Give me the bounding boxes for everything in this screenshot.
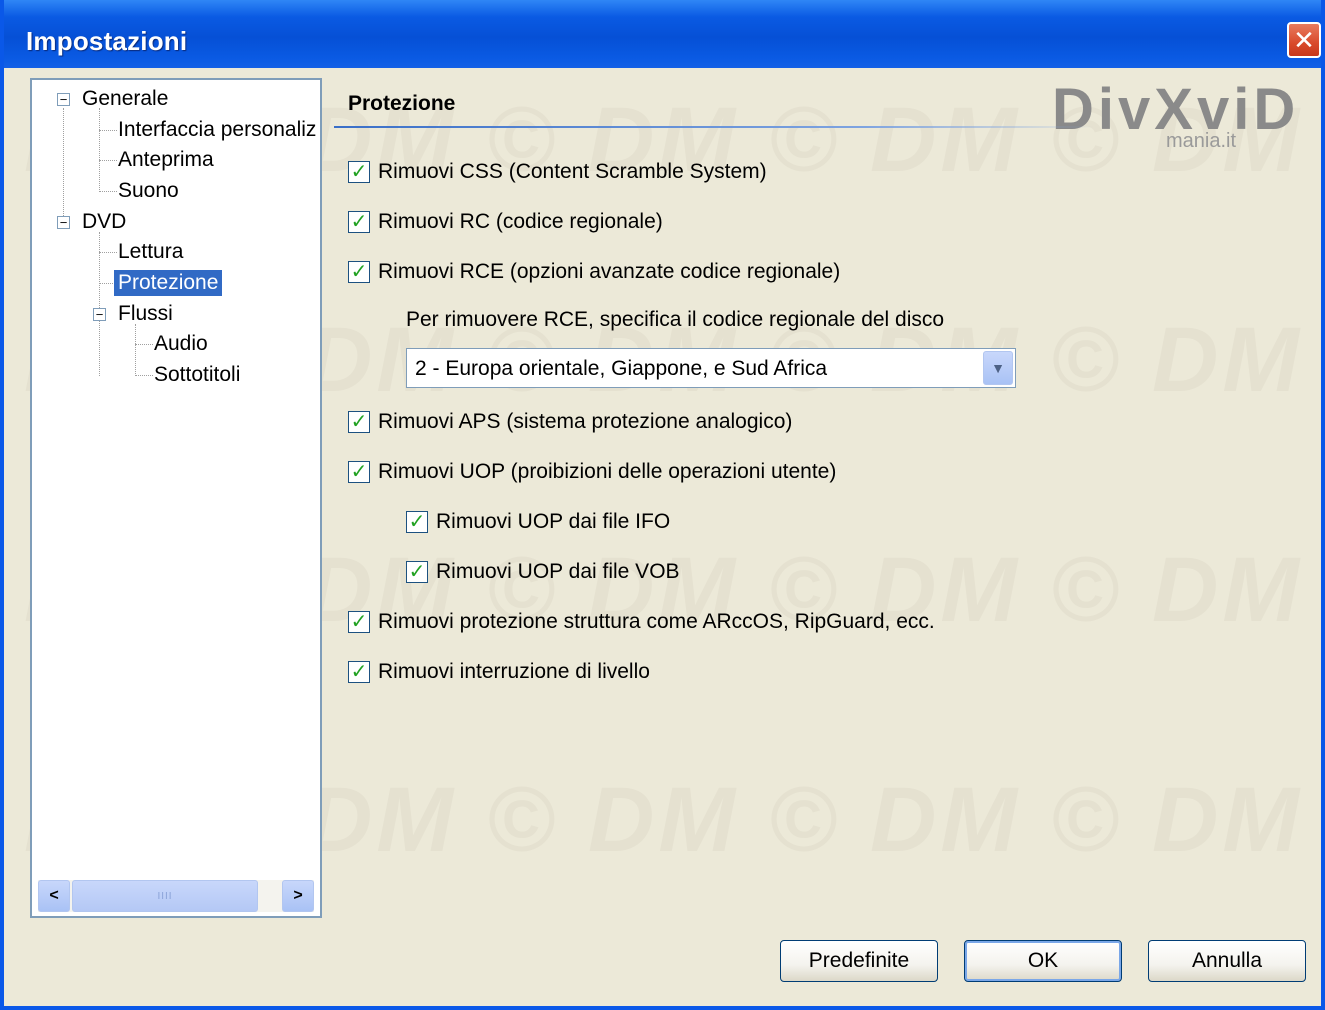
option-remove-layer-break[interactable]: ✓ Rimuovi interruzione di livello [348, 660, 650, 684]
tree-item-dvd[interactable]: DVD [78, 209, 130, 235]
checkbox-remove-uop-vob[interactable]: ✓ [406, 561, 428, 583]
rce-region-label: Per rimuovere RCE, specifica il codice r… [406, 308, 945, 331]
rce-region-value: 2 - Europa orientale, Giappone, e Sud Af… [415, 357, 828, 380]
option-label: Rimuovi UOP dai file VOB [436, 560, 680, 583]
divxvid-logo: DivXviD mania.it [1044, 58, 1321, 168]
close-button[interactable]: ✕ [1287, 22, 1321, 58]
option-label: Rimuovi RC (codice regionale) [378, 210, 663, 233]
option-label: Rimuovi APS (sistema protezione analogic… [378, 410, 793, 433]
tree-item-protezione[interactable]: Protezione [114, 270, 223, 296]
scroll-thumb[interactable]: IIII [72, 880, 258, 912]
section-divider [334, 126, 1094, 128]
checkbox-remove-uop-ifo[interactable]: ✓ [406, 511, 428, 533]
checkbox-remove-structure-protection[interactable]: ✓ [348, 611, 370, 633]
checkbox-remove-layer-break[interactable]: ✓ [348, 661, 370, 683]
tree-line [135, 324, 136, 376]
checkbox-remove-aps[interactable]: ✓ [348, 411, 370, 433]
collapse-icon[interactable]: − [93, 308, 106, 321]
tree-item-interfaccia[interactable]: Interfaccia personaliz [114, 117, 320, 143]
rce-region-select[interactable]: 2 - Europa orientale, Giappone, e Sud Af… [406, 348, 1016, 388]
tree-item-flussi[interactable]: Flussi [114, 301, 177, 327]
option-label: Rimuovi RCE (opzioni avanzate codice reg… [378, 260, 841, 283]
settings-tree[interactable]: − Generale Interfaccia personaliz Antepr… [30, 78, 322, 918]
checkbox-remove-uop[interactable]: ✓ [348, 461, 370, 483]
title-bar[interactable]: Impostazioni ✕ [4, 0, 1321, 68]
option-label: Rimuovi protezione struttura come ARccOS… [378, 610, 935, 633]
collapse-icon[interactable]: − [57, 93, 70, 106]
tree-item-suono[interactable]: Suono [114, 178, 183, 204]
tree-item-anteprima[interactable]: Anteprima [114, 147, 218, 173]
tree-item-sottotitoli[interactable]: Sottotitoli [150, 362, 244, 388]
logo-sub-text: mania.it [1166, 130, 1237, 152]
chevron-right-icon: > [293, 887, 303, 904]
tree-horizontal-scrollbar[interactable]: < IIII > [38, 880, 314, 912]
cancel-button[interactable]: Annulla [1148, 940, 1306, 982]
tree-item-generale[interactable]: Generale [78, 86, 172, 112]
option-label: Rimuovi UOP dai file IFO [436, 510, 671, 533]
checkbox-remove-css[interactable]: ✓ [348, 161, 370, 183]
option-label: Rimuovi UOP (proibizioni delle operazion… [378, 460, 837, 483]
collapse-icon[interactable]: − [57, 216, 70, 229]
scroll-right-button[interactable]: > [282, 880, 314, 912]
defaults-button[interactable]: Predefinite [780, 940, 938, 982]
tree-line [63, 108, 64, 228]
checkbox-remove-rc[interactable]: ✓ [348, 211, 370, 233]
tree-item-lettura[interactable]: Lettura [114, 239, 187, 265]
chevron-left-icon: < [49, 887, 59, 904]
window-title: Impostazioni [26, 26, 188, 56]
option-remove-uop-ifo[interactable]: ✓ Rimuovi UOP dai file IFO [406, 510, 670, 534]
dropdown-button[interactable]: ▼ [983, 351, 1013, 385]
scroll-left-button[interactable]: < [38, 880, 70, 912]
tree-item-audio[interactable]: Audio [150, 331, 212, 357]
ok-button[interactable]: OK [964, 940, 1122, 982]
logo-main-text: DivXviD [1052, 77, 1300, 142]
option-remove-uop[interactable]: ✓ Rimuovi UOP (proibizioni delle operazi… [348, 460, 836, 484]
close-icon: ✕ [1293, 24, 1315, 55]
grip-icon: IIII [157, 890, 173, 902]
option-remove-aps[interactable]: ✓ Rimuovi APS (sistema protezione analog… [348, 410, 792, 434]
tree-line [99, 108, 100, 192]
chevron-down-icon: ▼ [991, 360, 1005, 376]
option-remove-rc[interactable]: ✓ Rimuovi RC (codice regionale) [348, 210, 663, 234]
option-label: Rimuovi interruzione di livello [378, 660, 650, 683]
tree-line [99, 232, 100, 376]
settings-window: Impostazioni ✕ DM © DM © DM © DM © DM © … [0, 0, 1325, 1010]
option-remove-css[interactable]: ✓ Rimuovi CSS (Content Scramble System) [348, 160, 767, 184]
checkbox-remove-rce[interactable]: ✓ [348, 261, 370, 283]
option-remove-uop-vob[interactable]: ✓ Rimuovi UOP dai file VOB [406, 560, 680, 584]
option-remove-rce[interactable]: ✓ Rimuovi RCE (opzioni avanzate codice r… [348, 260, 840, 284]
option-label: Rimuovi CSS (Content Scramble System) [378, 160, 767, 183]
section-title: Protezione [348, 92, 456, 115]
option-remove-structure-protection[interactable]: ✓ Rimuovi protezione struttura come ARcc… [348, 610, 935, 634]
